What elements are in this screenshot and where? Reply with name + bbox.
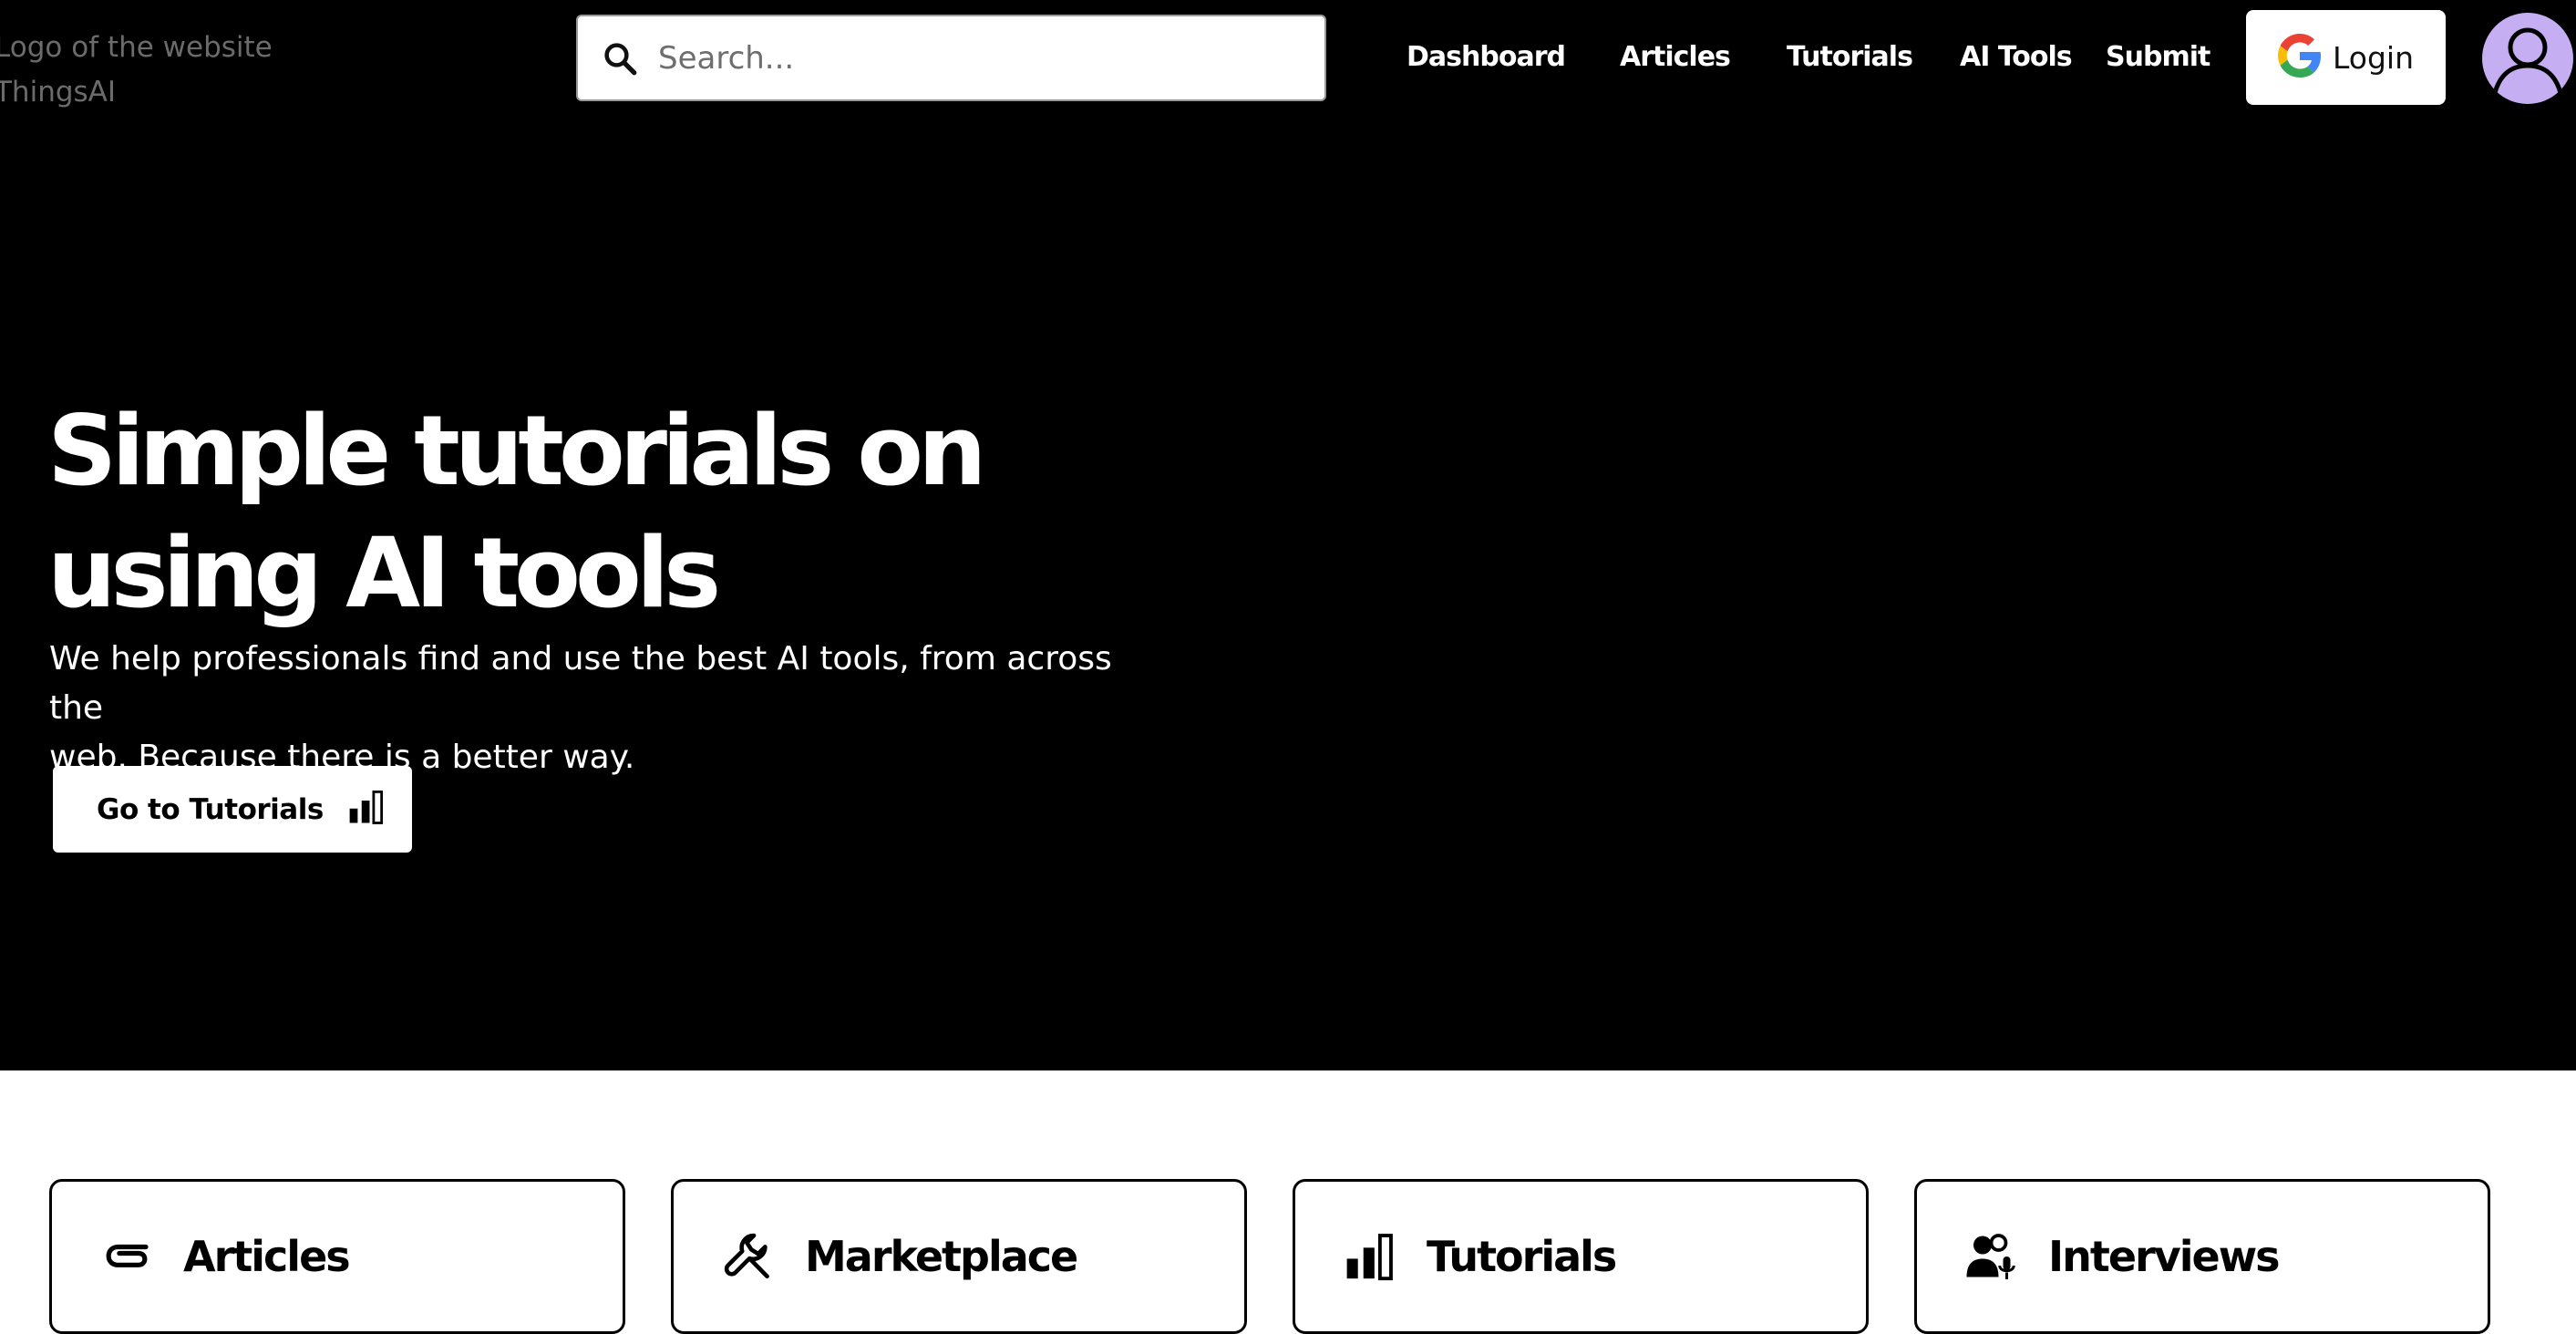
card-interviews[interactable]: Interviews: [1914, 1179, 2490, 1334]
nav-dashboard[interactable]: Dashboard: [1406, 38, 1566, 77]
site-logo[interactable]: Logo of the website ThingsAI: [0, 26, 286, 115]
logo-alt-text-line2: ThingsAI: [0, 76, 117, 109]
nav-articles[interactable]: Articles: [1620, 38, 1731, 77]
logo-alt-text-line1: Logo of the website: [0, 31, 273, 64]
hero-subtitle: We help professionals find and use the b…: [49, 635, 1161, 782]
hero-title-line2: using AI tools: [47, 517, 721, 629]
nav-tutorials[interactable]: Tutorials: [1787, 38, 1913, 77]
card-marketplace[interactable]: Marketplace: [671, 1179, 1247, 1334]
card-interviews-label: Interviews: [2048, 1232, 2281, 1281]
bar-chart-icon: [347, 788, 386, 831]
paperclip-icon: [99, 1229, 154, 1284]
hero-section: Logo of the website ThingsAI Dashboard A…: [0, 0, 2576, 1070]
search-icon: [600, 38, 640, 78]
google-icon: [2277, 33, 2322, 82]
card-articles[interactable]: Articles: [49, 1179, 625, 1334]
card-articles-label: Articles: [183, 1232, 351, 1281]
hero-title: Simple tutorials on using AI tools: [47, 390, 1141, 635]
bar-chart-icon: [1343, 1229, 1397, 1284]
user-avatar[interactable]: [2482, 13, 2573, 104]
google-login-button[interactable]: Login: [2246, 10, 2446, 105]
wrench-icon: [721, 1229, 776, 1284]
hero-title-line1: Simple tutorials on: [47, 395, 987, 507]
go-to-tutorials-button[interactable]: Go to Tutorials: [53, 766, 412, 853]
card-tutorials-label: Tutorials: [1427, 1232, 1617, 1281]
hero-subtitle-line1: We help professionals find and use the b…: [49, 640, 1112, 727]
user-icon: [2492, 27, 2563, 94]
people-microphone-icon: [1964, 1229, 2019, 1284]
card-tutorials[interactable]: Tutorials: [1293, 1179, 1869, 1334]
search-box[interactable]: [576, 15, 1326, 101]
cta-label: Go to Tutorials: [97, 792, 324, 826]
login-label: Login: [2332, 39, 2415, 76]
search-input[interactable]: [656, 29, 1298, 87]
card-marketplace-label: Marketplace: [805, 1232, 1078, 1281]
nav-submit[interactable]: Submit: [2106, 38, 2210, 77]
nav-ai-tools[interactable]: AI Tools: [1960, 38, 2073, 77]
